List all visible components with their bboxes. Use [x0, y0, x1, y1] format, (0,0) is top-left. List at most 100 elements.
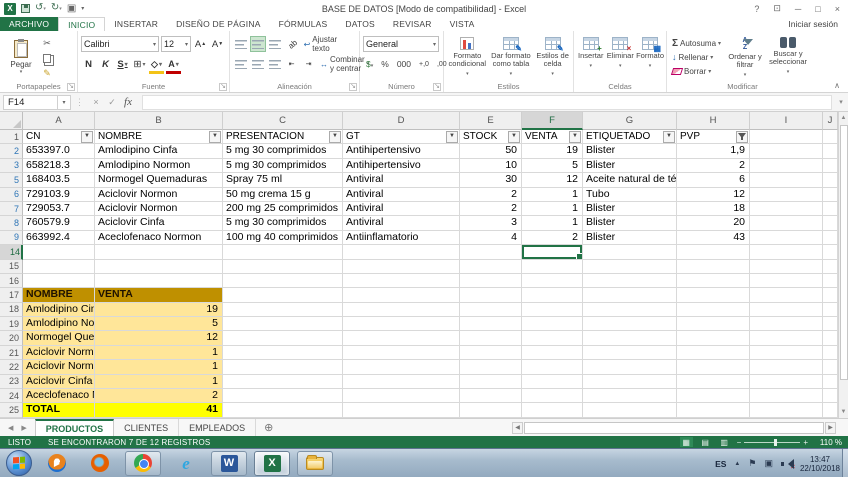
cell-E20[interactable] [460, 331, 522, 345]
cell-styles-button[interactable]: ✎ Estilos de celda▾ [534, 34, 571, 80]
cell-F9[interactable]: 2 [522, 231, 583, 245]
cell-E22[interactable] [460, 360, 522, 374]
number-dialog-launcher[interactable]: ↘ [433, 83, 441, 91]
cell-D5[interactable]: Antiviral [343, 173, 460, 187]
normal-view-icon[interactable]: ▦ [680, 437, 693, 447]
cell-A2[interactable]: 653397.0 [23, 144, 95, 158]
cell-G23[interactable] [583, 375, 677, 389]
increase-decimal-icon[interactable]: +,0 [416, 61, 432, 68]
start-button[interactable] [6, 450, 32, 476]
fill-color-button[interactable]: ◇▾ [149, 56, 164, 72]
align-right-icon[interactable] [267, 56, 282, 72]
cell-G7[interactable]: Blister [583, 202, 677, 216]
delete-cells-button[interactable]: × Eliminar▾ [607, 34, 635, 80]
cell-G5[interactable]: Aceite natural de té [583, 173, 677, 187]
cell-E1[interactable]: STOCK▼ [460, 130, 522, 144]
cell-H24[interactable] [677, 389, 750, 403]
cell-I23[interactable] [750, 375, 823, 389]
cell-B17[interactable]: VENTA [95, 288, 223, 302]
cell-H16[interactable] [677, 274, 750, 288]
cell-A22[interactable]: Aciclovir Normo [23, 360, 95, 374]
cell-B3[interactable]: Amlodipino Normon [95, 159, 223, 173]
cell-B19[interactable]: 5 [95, 317, 223, 331]
cell-A7[interactable]: 729053.7 [23, 202, 95, 216]
horizontal-scrollbar-thumb[interactable] [524, 422, 824, 434]
cell-D24[interactable] [343, 389, 460, 403]
volume-muted-icon[interactable]: × [781, 459, 792, 469]
cell-J21[interactable] [823, 346, 838, 360]
cell-A17[interactable]: NOMBRE [23, 288, 95, 302]
cell-H20[interactable] [677, 331, 750, 345]
cell-A3[interactable]: 658218.3 [23, 159, 95, 173]
row-header-15[interactable]: 15 [0, 260, 23, 274]
autosum-button[interactable]: ΣAutosuma▾ [670, 36, 723, 50]
row-header-25[interactable]: 25 [0, 403, 23, 417]
undo-icon[interactable]: ↺▾ [35, 3, 46, 14]
name-box[interactable]: F14 [3, 95, 58, 110]
ribbon-tab-archivo[interactable]: ARCHIVO [0, 17, 58, 31]
taskbar-button-excel[interactable]: X [254, 451, 290, 476]
alignment-dialog-launcher[interactable]: ↘ [349, 83, 357, 91]
cell-E25[interactable] [460, 403, 522, 417]
cell-J24[interactable] [823, 389, 838, 403]
insert-function-icon[interactable]: fx [120, 96, 136, 108]
cell-H18[interactable] [677, 303, 750, 317]
column-header-H[interactable]: H [677, 112, 750, 130]
filter-button-cn[interactable]: ▼ [81, 131, 93, 143]
ribbon-display-options-button[interactable]: ⊡ [773, 3, 781, 14]
cell-D22[interactable] [343, 360, 460, 374]
customize-qat-icon[interactable]: ▾ [81, 4, 84, 14]
cell-F3[interactable]: 5 [522, 159, 583, 173]
cell-J18[interactable] [823, 303, 838, 317]
cell-A16[interactable] [23, 274, 95, 288]
percent-style-icon[interactable]: % [378, 59, 392, 69]
font-dialog-launcher[interactable]: ↘ [219, 83, 227, 91]
cell-J17[interactable] [823, 288, 838, 302]
cell-B24[interactable]: 2 [95, 389, 223, 403]
save-icon[interactable] [21, 4, 30, 13]
row-header-9[interactable]: 9 [0, 231, 23, 245]
selected-cell-F14[interactable] [522, 245, 583, 259]
cell-A1[interactable]: CN▼ [23, 130, 95, 144]
format-painter-icon[interactable]: ✎ [39, 66, 55, 80]
cell-H5[interactable]: 6 [677, 173, 750, 187]
sign-in-link[interactable]: Iniciar sesión [788, 17, 848, 31]
cell-I14[interactable] [750, 245, 823, 259]
cell-F24[interactable] [522, 389, 583, 403]
ribbon-tab-dise-o-de-p-gina[interactable]: DISEÑO DE PÁGINA [167, 17, 269, 31]
restore-button[interactable]: □ [815, 4, 820, 14]
sheet-tab-clientes[interactable]: CLIENTES [114, 419, 179, 436]
filter-button-etiquetado[interactable]: ▼ [663, 131, 675, 143]
cell-J19[interactable] [823, 317, 838, 331]
align-top-icon[interactable] [233, 36, 248, 52]
cell-I18[interactable] [750, 303, 823, 317]
sheet-nav-left-icon[interactable]: ◀ [8, 424, 13, 432]
italic-button[interactable]: K [98, 56, 113, 72]
cell-H21[interactable] [677, 346, 750, 360]
cell-D7[interactable]: Antiviral [343, 202, 460, 216]
cell-A5[interactable]: 168403.5 [23, 173, 95, 187]
taskbar-button-file-explorer[interactable] [297, 451, 333, 476]
cell-D14[interactable] [343, 245, 460, 259]
cell-J20[interactable] [823, 331, 838, 345]
cell-B16[interactable] [95, 274, 223, 288]
cell-E18[interactable] [460, 303, 522, 317]
enter-formula-icon[interactable]: ✓ [104, 97, 120, 108]
cell-A6[interactable]: 729103.9 [23, 188, 95, 202]
cell-J2[interactable] [823, 144, 838, 158]
cell-D18[interactable] [343, 303, 460, 317]
close-button[interactable]: × [835, 4, 840, 14]
cell-J25[interactable] [823, 403, 838, 417]
cell-B6[interactable]: Aciclovir Normon [95, 188, 223, 202]
ribbon-tab-datos[interactable]: DATOS [336, 17, 384, 31]
filter-button-presentacion[interactable]: ▼ [329, 131, 341, 143]
cell-A15[interactable] [23, 260, 95, 274]
action-center-flag-icon[interactable]: ⚑ [748, 458, 756, 469]
cell-E2[interactable]: 50 [460, 144, 522, 158]
cell-I20[interactable] [750, 331, 823, 345]
formula-input[interactable] [142, 95, 832, 110]
row-header-7[interactable]: 7 [0, 202, 23, 216]
taskbar-button-firefox[interactable] [82, 451, 118, 476]
filter-button-nombre[interactable]: ▼ [209, 131, 221, 143]
cell-I25[interactable] [750, 403, 823, 417]
